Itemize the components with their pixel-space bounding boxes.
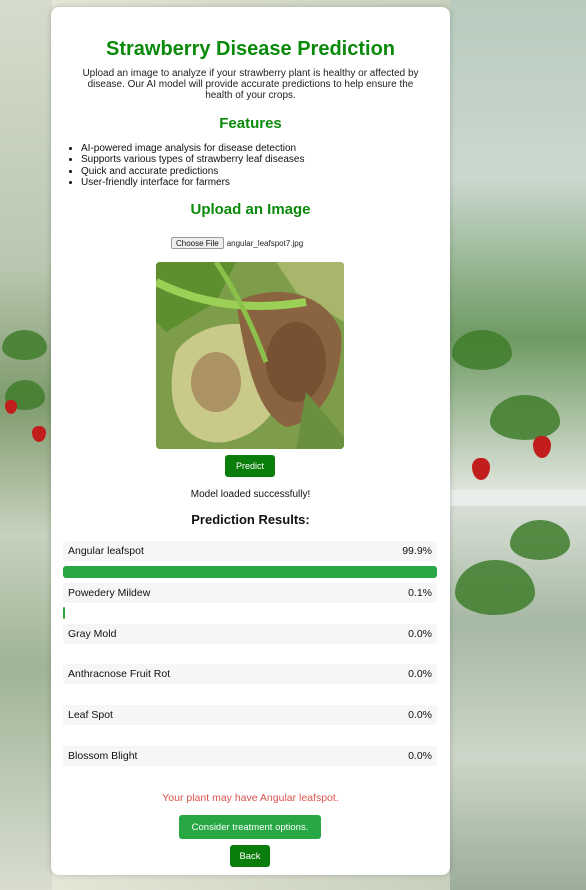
leaf-decor	[510, 520, 570, 560]
disease-name: Angular leafspot	[68, 545, 144, 557]
greenhouse-right	[450, 0, 586, 890]
probability-bar-fill	[63, 566, 437, 578]
page-title: Strawberry Disease Prediction	[105, 38, 395, 60]
probability-bar	[63, 688, 437, 700]
disease-name: Gray Mold	[68, 628, 117, 640]
predict-button[interactable]: Predict	[225, 455, 275, 477]
probability-bar	[63, 770, 437, 782]
results-title: Prediction Results:	[191, 512, 310, 527]
disease-name: Blossom Blight	[68, 750, 138, 762]
leaf-photo	[156, 262, 344, 449]
file-name: angular_leafspot7.jpg	[226, 238, 304, 248]
choose-file-button[interactable]: Choose File	[171, 237, 224, 249]
disease-name: Anthracnose Fruit Rot	[68, 668, 171, 680]
probability-bar	[63, 607, 437, 619]
greenhouse-left	[0, 0, 52, 890]
leaf-decor	[2, 330, 47, 360]
disease-percent: 99.9%	[402, 545, 432, 557]
probability-bar	[63, 648, 437, 660]
file-input[interactable]: Choose File angular_leafspot7.jpg	[171, 237, 303, 249]
disease-name: Powedery Mildew	[68, 587, 151, 599]
probability-bar	[63, 566, 437, 578]
result-row: Anthracnose Fruit Rot 0.0%	[63, 664, 437, 684]
result-row: Powedery Mildew 0.1%	[63, 583, 437, 603]
feature-item: User-friendly interface for farmers	[81, 177, 304, 188]
disease-percent: 0.0%	[408, 628, 432, 640]
disease-percent: 0.1%	[408, 587, 432, 599]
uploaded-image-preview	[156, 262, 344, 449]
treatment-options-button[interactable]: Consider treatment options.	[179, 815, 321, 839]
result-row: Angular leafspot 99.9%	[63, 541, 437, 561]
intro-text: Upload an image to analyze if your straw…	[82, 68, 419, 101]
leaf-decor	[490, 395, 560, 440]
result-row: Blossom Blight 0.0%	[63, 746, 437, 766]
features-list: AI-powered image analysis for disease de…	[66, 143, 304, 188]
planter-rail	[450, 490, 586, 506]
feature-item: AI-powered image analysis for disease de…	[81, 143, 304, 154]
disease-percent: 0.0%	[408, 750, 432, 762]
result-row: Leaf Spot 0.0%	[63, 705, 437, 725]
disease-percent: 0.0%	[408, 709, 432, 721]
feature-item: Supports various types of strawberry lea…	[81, 154, 304, 165]
probability-bar	[63, 729, 437, 741]
disease-percent: 0.0%	[408, 668, 432, 680]
model-status: Model loaded successfully!	[190, 489, 311, 500]
back-button[interactable]: Back	[230, 845, 270, 867]
features-heading: Features	[219, 115, 282, 132]
leaf-decor	[452, 330, 512, 370]
result-row: Gray Mold 0.0%	[63, 624, 437, 644]
diagnosis-message: Your plant may have Angular leafspot.	[162, 792, 339, 804]
probability-bar-fill	[63, 607, 65, 619]
prediction-card: Strawberry Disease Prediction Upload an …	[51, 7, 450, 875]
upload-heading: Upload an Image	[190, 201, 311, 218]
disease-name: Leaf Spot	[68, 709, 113, 721]
feature-item: Quick and accurate predictions	[81, 166, 304, 177]
